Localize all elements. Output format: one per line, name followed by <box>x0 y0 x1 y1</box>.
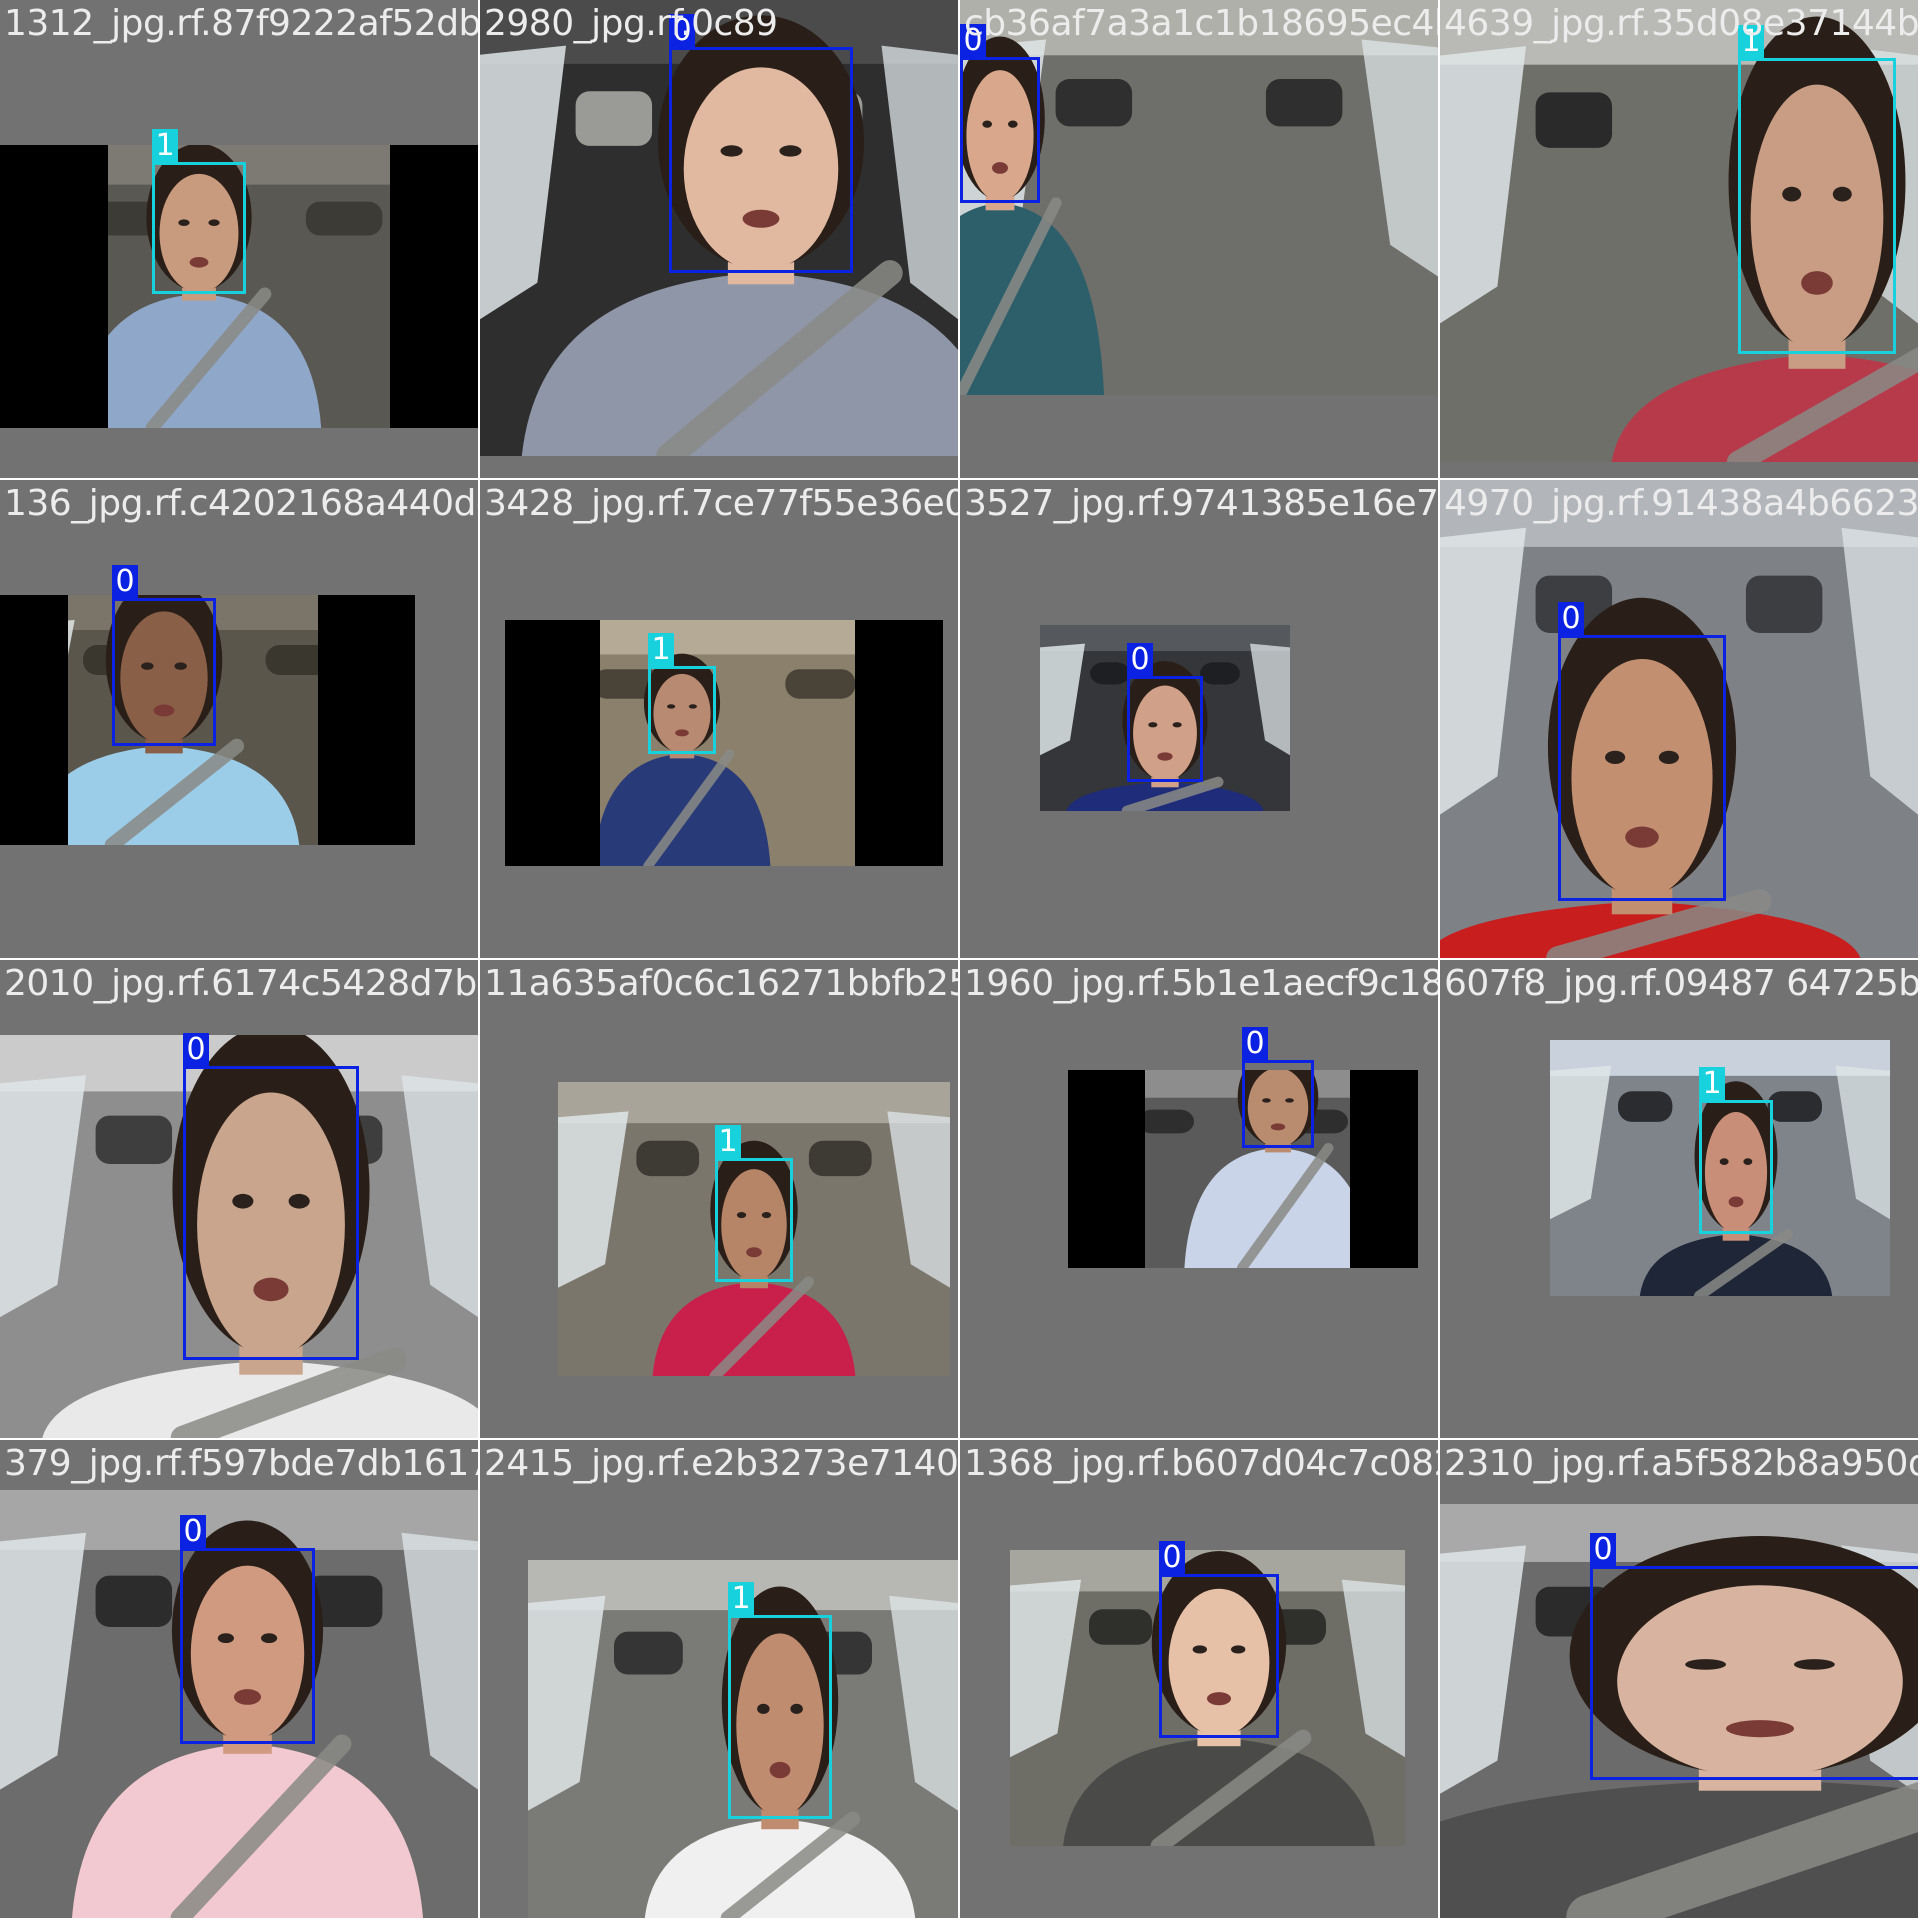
detection-box: 1 <box>152 129 246 294</box>
letterbox-bar <box>0 145 108 428</box>
class-label: 0 <box>1590 1533 1616 1567</box>
class-label: 0 <box>1159 1541 1185 1575</box>
class-label: 0 <box>1242 1027 1268 1061</box>
tile-filename: 1368_jpg.rf.b607d04c7c082fc4 <box>964 1443 1438 1484</box>
tile-filename: 607f8_jpg.rf.09487 64725b5598 <box>1444 963 1918 1004</box>
detection-box: 1 <box>728 1582 832 1819</box>
class-label: 1 <box>1699 1067 1725 1101</box>
tile-filename: 2010_jpg.rf.6174c5428d7b1e1a635af0c6c162… <box>4 963 478 1004</box>
detection-box: 0 <box>960 24 1040 203</box>
tile-filename: 2980_jpg.rf.0c89 <box>484 3 778 44</box>
letterbox-bar <box>1350 1070 1418 1268</box>
mosaic-tile: 1 3428_jpg.rf.7ce77f55e36e08631 <box>480 480 958 958</box>
tile-filename: 3527_jpg.rf.9741385e16e7a0942 <box>964 483 1438 524</box>
mosaic-tile: 0 136_jpg.rf.c4202168a440de3428e7fe77f55e… <box>0 480 478 958</box>
tile-filename: 4970_jpg.rf.91438a4b66235dc4 <box>1444 483 1918 524</box>
detection-box: 0 <box>1127 643 1203 782</box>
mosaic-grid: 1 1312_jpg.rf.87f9222af52db12481405c3c0c8… <box>0 0 1920 1920</box>
letterbox-bar <box>0 595 68 845</box>
tile-filename: 2415_jpg.rf.e2b3273e7140ee30368 <box>484 1443 958 1484</box>
detection-box: 1 <box>1699 1067 1773 1234</box>
letterbox-bar <box>505 620 600 866</box>
mosaic-tile: 1 1312_jpg.rf.87f9222af52db12481405c3c0c8… <box>0 0 478 478</box>
tile-filename: 11a635af0c6c16271bbfb2560e7940 <box>484 963 958 1004</box>
detection-box: 0 <box>1159 1541 1279 1738</box>
tile-filename: cb36af7a3a1c1b18695ec4b <box>964 3 1438 44</box>
mosaic-tile: 1 607f8_jpg.rf.09487 64725b5598 <box>1440 960 1918 1438</box>
letterbox-bar <box>318 595 415 845</box>
mosaic-tile: 1 4639_jpg.rf.35d08e37144b1 <box>1440 0 1918 478</box>
detection-box: 0 <box>669 14 853 273</box>
mosaic-tile: 0 3527_jpg.rf.9741385e16e7a0942 <box>960 480 1438 958</box>
detection-box: 0 <box>112 565 216 746</box>
class-label: 1 <box>728 1582 754 1616</box>
class-label: 0 <box>112 565 138 599</box>
mosaic-tile: 0 2010_jpg.rf.6174c5428d7b1e1a635af0c6c16… <box>0 960 478 1438</box>
tile-filename: 4639_jpg.rf.35d08e37144b1 <box>1444 3 1918 44</box>
mosaic-tile: 0 1960_jpg.rf.5b1e1aecf9c183e1697f8 <box>960 960 1438 1438</box>
detection-box: 0 <box>1558 602 1726 901</box>
detection-box: 0 <box>180 1515 315 1744</box>
mosaic-tile: 1 11a635af0c6c16271bbfb2560e7940 <box>480 960 958 1438</box>
letterbox-bar <box>390 145 478 428</box>
tile-filename: 379_jpg.rf.f597bde7db16172a415_jpg.rf.e2… <box>4 1443 478 1484</box>
class-label: 0 <box>183 1033 209 1067</box>
letterbox-bar <box>855 620 943 866</box>
mosaic-tile: 0 cb36af7a3a1c1b18695ec4b <box>960 0 1438 478</box>
class-label: 0 <box>1127 643 1153 677</box>
detection-box: 1 <box>1738 25 1896 354</box>
tile-filename: 1312_jpg.rf.87f9222af52db12481405c3c0c84… <box>4 3 478 44</box>
detection-box: 1 <box>648 633 716 754</box>
tile-filename: 136_jpg.rf.c4202168a440de3428e7fe77f55e3… <box>4 483 478 524</box>
class-label: 1 <box>715 1125 741 1159</box>
detection-box: 1 <box>715 1125 793 1282</box>
mosaic-tile: 0 2980_jpg.rf.0c89 <box>480 0 958 478</box>
detection-box: 0 <box>1242 1027 1314 1148</box>
class-label: 1 <box>648 633 674 667</box>
image-frame <box>505 620 943 866</box>
tile-filename: 3428_jpg.rf.7ce77f55e36e08631 <box>484 483 958 524</box>
mosaic-tile: 0 1368_jpg.rf.b607d04c7c082fc4 <box>960 1440 1438 1918</box>
letterbox-bar <box>1068 1070 1145 1268</box>
mosaic-tile: 0 379_jpg.rf.f597bde7db16172a415_jpg.rf.e… <box>0 1440 478 1918</box>
class-label: 1 <box>152 129 178 163</box>
mosaic-tile: 0 2310_jpg.rf.a5f582b8a950d12 <box>1440 1440 1918 1918</box>
class-label: 0 <box>180 1515 206 1549</box>
mosaic-tile: 0 4970_jpg.rf.91438a4b66235dc4 <box>1440 480 1918 958</box>
mosaic-tile: 1 2415_jpg.rf.e2b3273e7140ee30368 <box>480 1440 958 1918</box>
detection-box: 0 <box>1590 1533 1918 1780</box>
tile-filename: 2310_jpg.rf.a5f582b8a950d12 <box>1444 1443 1918 1484</box>
tile-filename: 1960_jpg.rf.5b1e1aecf9c183e1697f8 <box>964 963 1438 1004</box>
class-label: 0 <box>1558 602 1584 636</box>
detection-box: 0 <box>183 1033 359 1360</box>
